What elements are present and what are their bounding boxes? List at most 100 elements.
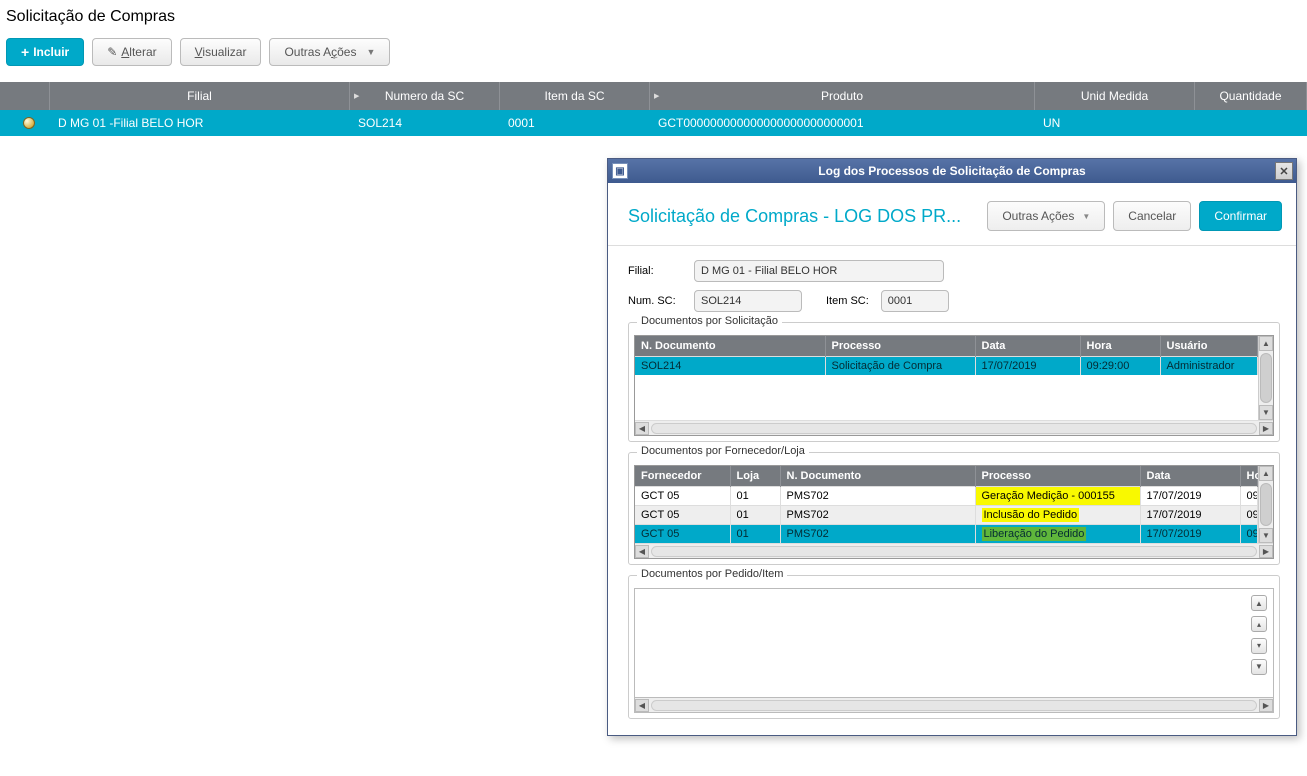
grid-header: Filial Numero da SC Item da SC Produto U… bbox=[0, 82, 1307, 110]
scroll-right-icon[interactable]: ▶ bbox=[1259, 545, 1273, 558]
field-numsc: SOL214 bbox=[694, 290, 802, 312]
g2-th-proc[interactable]: Processo bbox=[975, 466, 1140, 487]
g2-cell: GCT 05 bbox=[635, 487, 730, 506]
g1-th-proc[interactable]: Processo bbox=[825, 336, 975, 357]
g1-hscroll[interactable]: ◀ ▶ bbox=[635, 420, 1273, 435]
modal-header: Solicitação de Compras - LOG DOS PR... O… bbox=[608, 183, 1296, 246]
scroll-track[interactable] bbox=[651, 700, 1257, 711]
chevron-down-icon: ▼ bbox=[366, 47, 375, 57]
row-filial: D MG 01 -Filial BELO HOR bbox=[50, 116, 350, 130]
g1-th-data[interactable]: Data bbox=[975, 336, 1080, 357]
g1-cell: 09:29:00 bbox=[1080, 357, 1160, 376]
g2-cell-highlight: Inclusão do Pedido bbox=[975, 506, 1140, 525]
scroll-left-icon[interactable]: ◀ bbox=[635, 699, 649, 712]
grid-header-numero[interactable]: Numero da SC bbox=[350, 82, 500, 110]
pencil-icon: ✎ bbox=[107, 45, 117, 59]
row-marker-icon bbox=[23, 117, 35, 129]
modal-other-label: Outras Ações bbox=[1002, 209, 1074, 223]
g2-cell-highlight: Geração Medição - 000155 bbox=[975, 487, 1140, 506]
scroll-top-icon[interactable]: ▲ bbox=[1251, 595, 1267, 611]
table-row[interactable]: SOL214 Solicitação de Compra 17/07/2019 … bbox=[635, 357, 1258, 376]
modal-heading: Solicitação de Compras - LOG DOS PR... bbox=[628, 206, 961, 227]
scroll-track[interactable] bbox=[651, 546, 1257, 557]
g2-cell-highlight: Liberação do Pedido bbox=[975, 525, 1140, 544]
grid-header-marker bbox=[0, 82, 50, 110]
g2-cell: 01 bbox=[730, 525, 780, 544]
g1-th-user[interactable]: Usuário bbox=[1160, 336, 1258, 357]
g2-cell: PMS702 bbox=[780, 506, 975, 525]
view-button[interactable]: Visualizar bbox=[180, 38, 262, 66]
label-itemsc: Item SC: bbox=[826, 295, 869, 307]
g2-th-data[interactable]: Data bbox=[1140, 466, 1240, 487]
scroll-thumb[interactable] bbox=[1260, 483, 1272, 526]
table-row[interactable]: GCT 05 01 PMS702 Inclusão do Pedido 17/0… bbox=[635, 506, 1258, 525]
cancel-button[interactable]: Cancelar bbox=[1113, 201, 1191, 231]
group2-title: Documentos por Fornecedor/Loja bbox=[637, 445, 809, 457]
scroll-up-icon[interactable]: ▲ bbox=[1259, 466, 1273, 481]
include-button[interactable]: + Incluir bbox=[6, 38, 84, 66]
confirm-button[interactable]: Confirmar bbox=[1199, 201, 1282, 231]
modal-other-actions-button[interactable]: Outras Ações ▼ bbox=[987, 201, 1105, 231]
alter-button[interactable]: ✎ Alterar bbox=[92, 38, 171, 66]
g2-th-ndoc[interactable]: N. Documento bbox=[780, 466, 975, 487]
g2-th-hora[interactable]: Hora bbox=[1240, 466, 1258, 487]
scroll-right-icon[interactable]: ▶ bbox=[1259, 699, 1273, 712]
scroll-bottom-icon[interactable]: ▼ bbox=[1251, 659, 1267, 675]
scroll-up-icon[interactable]: ▴ bbox=[1251, 616, 1267, 632]
g2-cell: 17/07/2019 bbox=[1140, 525, 1240, 544]
grid-header-unid[interactable]: Unid Medida bbox=[1035, 82, 1195, 110]
log-modal: ▣ Log dos Processos de Solicitação de Co… bbox=[607, 158, 1297, 736]
grid-header-item[interactable]: Item da SC bbox=[500, 82, 650, 110]
scroll-right-icon[interactable]: ▶ bbox=[1259, 422, 1273, 435]
label-filial: Filial: bbox=[628, 265, 682, 277]
g2-cell: GCT 05 bbox=[635, 525, 730, 544]
scroll-thumb[interactable] bbox=[1260, 353, 1272, 403]
label-numsc: Num. SC: bbox=[628, 295, 682, 307]
other-label: Outras Ações bbox=[284, 45, 356, 59]
scroll-down-icon[interactable]: ▼ bbox=[1259, 405, 1273, 420]
g2-th-loja[interactable]: Loja bbox=[730, 466, 780, 487]
g1-th-ndoc[interactable]: N. Documento bbox=[635, 336, 825, 357]
g2-cell: 09:47 bbox=[1240, 525, 1258, 544]
scroll-track[interactable] bbox=[651, 423, 1257, 434]
modal-titlebar[interactable]: ▣ Log dos Processos de Solicitação de Co… bbox=[608, 159, 1296, 183]
close-icon[interactable]: ✕ bbox=[1275, 162, 1293, 180]
g1-cell: 17/07/2019 bbox=[975, 357, 1080, 376]
g1-th-hora[interactable]: Hora bbox=[1080, 336, 1160, 357]
table-doc-solicitacao: N. Documento Processo Data Hora Usuário … bbox=[635, 336, 1258, 375]
grid-header-qtd[interactable]: Quantidade bbox=[1195, 82, 1307, 110]
grid-row[interactable]: D MG 01 -Filial BELO HOR SOL214 0001 GCT… bbox=[0, 110, 1307, 136]
row-unid: UN bbox=[1035, 116, 1195, 130]
table-row[interactable]: GCT 05 01 PMS702 Liberação do Pedido 17/… bbox=[635, 525, 1258, 544]
grid-header-produto[interactable]: Produto bbox=[650, 82, 1035, 110]
g1-vscroll[interactable]: ▲ ▼ bbox=[1258, 336, 1273, 420]
row-item: 0001 bbox=[500, 116, 650, 130]
g3-hscroll[interactable]: ◀ ▶ bbox=[634, 698, 1274, 713]
scroll-down-icon[interactable]: ▾ bbox=[1251, 638, 1267, 654]
g2-cell: 17/07/2019 bbox=[1140, 487, 1240, 506]
plus-icon: + bbox=[21, 44, 29, 60]
table-doc-fornecedor: Fornecedor Loja N. Documento Processo Da… bbox=[635, 466, 1258, 543]
g2-cell: 17/07/2019 bbox=[1140, 506, 1240, 525]
g2-hscroll[interactable]: ◀ ▶ bbox=[635, 543, 1273, 558]
row-marker-cell bbox=[0, 117, 50, 129]
group-doc-pedido: Documentos por Pedido/Item ▲ ▴ ▾ ▼ ◀ ▶ bbox=[628, 575, 1280, 719]
table-row[interactable]: GCT 05 01 PMS702 Geração Medição - 00015… bbox=[635, 487, 1258, 506]
g2-th-forn[interactable]: Fornecedor bbox=[635, 466, 730, 487]
scroll-down-icon[interactable]: ▼ bbox=[1259, 528, 1273, 543]
group3-title: Documentos por Pedido/Item bbox=[637, 568, 787, 580]
grid-header-filial[interactable]: Filial bbox=[50, 82, 350, 110]
group3-empty-area: ▲ ▴ ▾ ▼ bbox=[634, 588, 1274, 698]
chevron-down-icon: ▼ bbox=[1082, 212, 1090, 221]
scroll-up-icon[interactable]: ▲ bbox=[1259, 336, 1273, 351]
g1-cell: Solicitação de Compra bbox=[825, 357, 975, 376]
row-produto: GCT000000000000000000000000001 bbox=[650, 116, 1035, 130]
g2-cell: PMS702 bbox=[780, 487, 975, 506]
scroll-left-icon[interactable]: ◀ bbox=[635, 545, 649, 558]
field-filial: D MG 01 - Filial BELO HOR bbox=[694, 260, 944, 282]
g2-cell: PMS702 bbox=[780, 525, 975, 544]
scroll-left-icon[interactable]: ◀ bbox=[635, 422, 649, 435]
other-actions-button[interactable]: Outras Ações ▼ bbox=[269, 38, 390, 66]
g2-cell: 09:47 bbox=[1240, 506, 1258, 525]
g2-vscroll[interactable]: ▲ ▼ bbox=[1258, 466, 1273, 543]
